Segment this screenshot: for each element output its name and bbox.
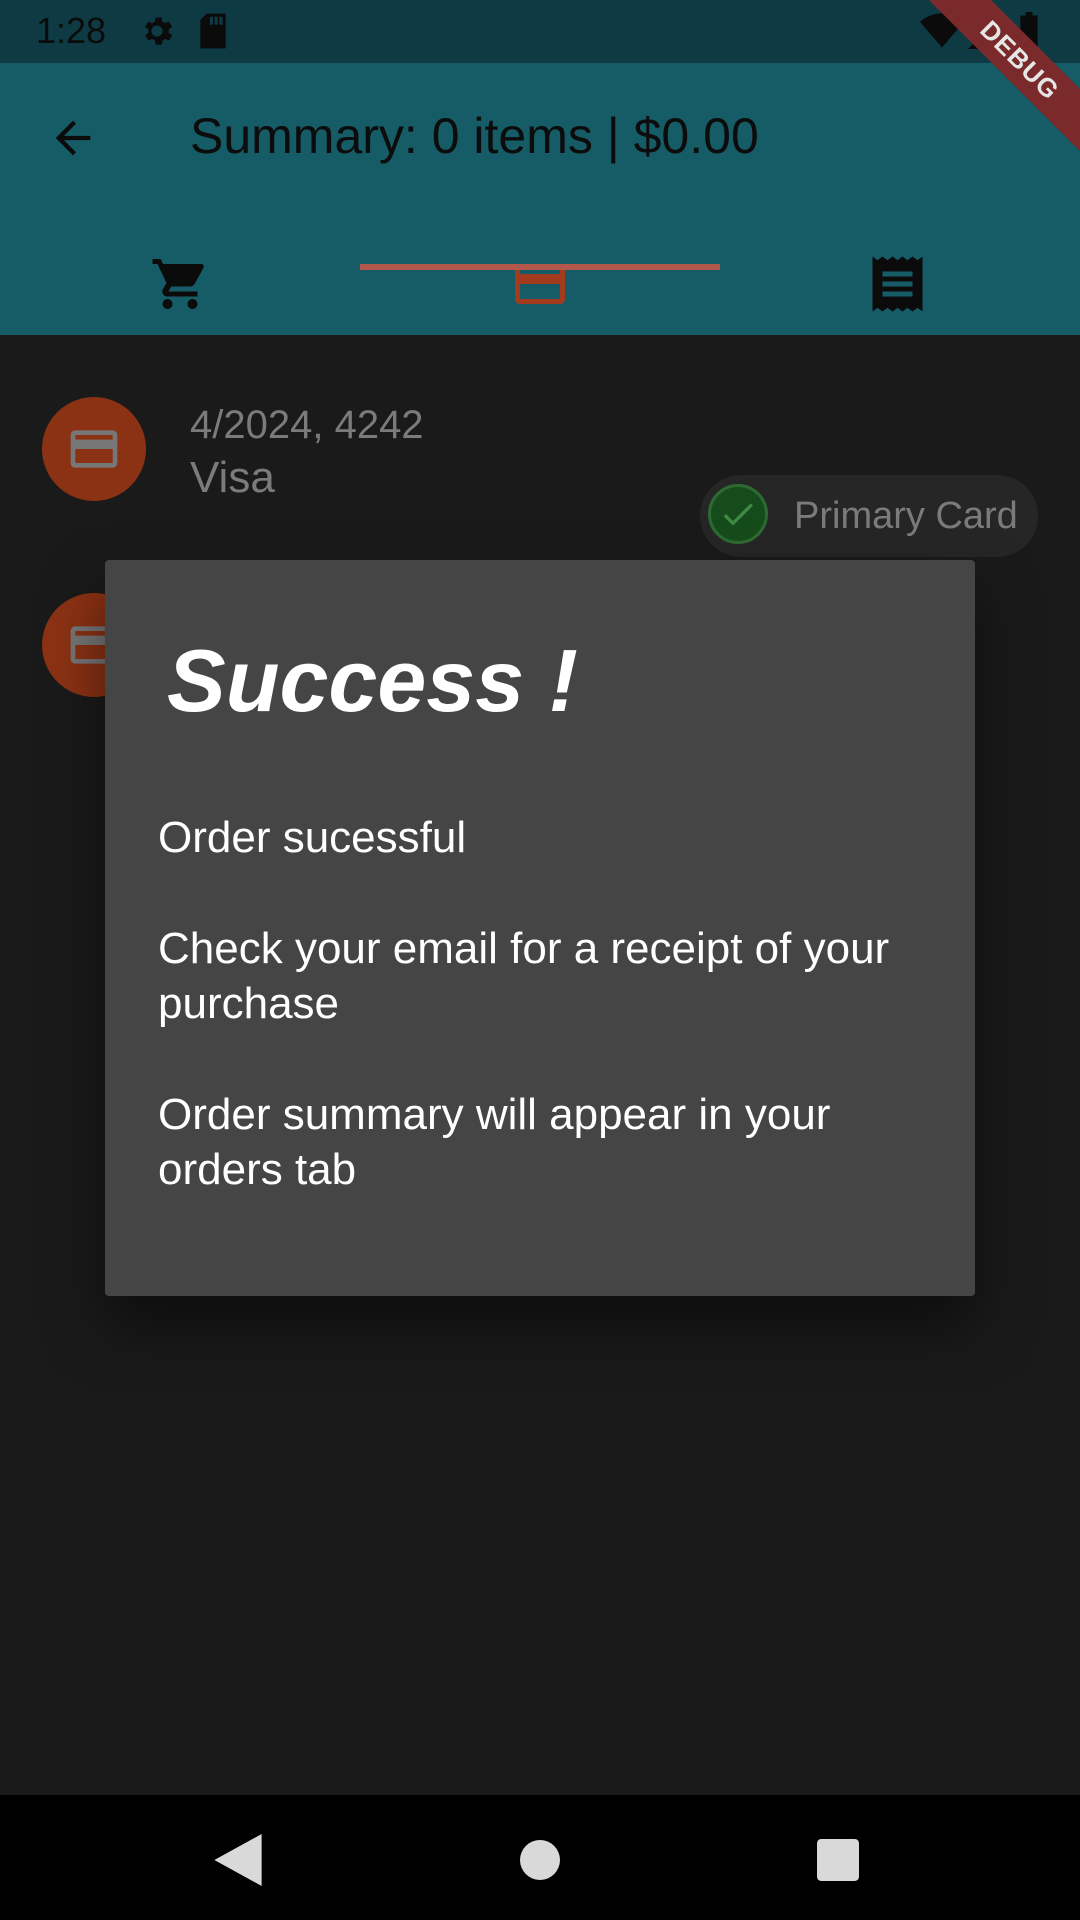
receipt-icon: [872, 256, 923, 312]
dialog-body: Order sucessful Check your email for a r…: [158, 810, 938, 1253]
dialog-line-order: Order sucessful: [158, 813, 467, 862]
back-triangle-icon: [214, 1834, 262, 1886]
nav-recents-button[interactable]: [803, 1825, 873, 1895]
system-nav-bar: [0, 1795, 1080, 1920]
home-circle-icon: [520, 1840, 560, 1880]
primary-card-chip[interactable]: Primary Card: [700, 475, 1038, 557]
cart-icon: [152, 259, 204, 309]
tab-indicator: [360, 264, 720, 270]
card-avatar: [42, 397, 146, 501]
dialog-line-email: Check your email for a receipt of your p…: [158, 924, 890, 1028]
card-brand: Visa: [190, 453, 275, 502]
nav-home-button[interactable]: [505, 1825, 575, 1895]
back-button[interactable]: [38, 103, 108, 173]
credit-card-icon: [70, 430, 118, 468]
success-dialog: Success ! Order sucessful Check your ema…: [105, 560, 975, 1296]
tab-orders[interactable]: [720, 233, 1080, 335]
tab-payment[interactable]: [360, 233, 720, 335]
check-circle-icon: [708, 484, 768, 544]
arrow-back-icon: [55, 120, 91, 156]
sd-card-icon: [196, 12, 230, 55]
nav-back-button[interactable]: [203, 1825, 273, 1895]
card-expiry-last4: 4/2024, 4242: [190, 403, 424, 447]
credit-card-icon: [515, 264, 565, 304]
primary-card-label: Primary Card: [794, 495, 1018, 537]
page-title: Summary: 0 items | $0.00: [190, 108, 759, 164]
tab-bar: [0, 233, 1080, 335]
settings-icon: [138, 12, 176, 55]
app-bar: Summary: 0 items | $0.00: [0, 63, 1080, 335]
dialog-line-summary: Order summary will appear in your orders…: [158, 1090, 831, 1194]
status-bar: 1:28: [0, 0, 1080, 63]
status-time: 1:28: [36, 10, 107, 51]
list-item[interactable]: 4/2024, 4242 Visa Primary Card: [0, 397, 1080, 557]
dialog-title: Success !: [167, 631, 578, 730]
tab-cart[interactable]: [0, 233, 360, 335]
recents-square-icon: [817, 1839, 859, 1881]
